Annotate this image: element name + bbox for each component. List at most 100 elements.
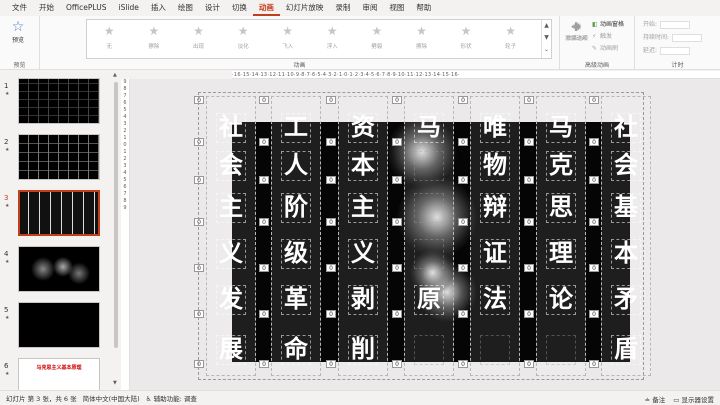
animation-label: 擦除	[148, 44, 160, 50]
ruler-tick: 7	[123, 191, 127, 197]
thumbnail-number: 1	[4, 82, 9, 90]
animation-option-0[interactable]: ★ 无	[87, 20, 132, 58]
thumbnail-image[interactable]	[18, 190, 100, 236]
duration-field[interactable]: 持续时间:	[643, 32, 703, 42]
ruler-tick: 1	[123, 135, 127, 141]
ruler-tick: 3	[123, 163, 127, 169]
animation-option-3[interactable]: ★ 淡化	[221, 20, 266, 58]
scroll-up-icon[interactable]: ▲	[113, 72, 117, 78]
menu-1[interactable]: 开始	[33, 0, 60, 16]
animation-option-6[interactable]: ★ 劈裂	[355, 20, 400, 58]
ruler-tick: 0	[123, 142, 127, 148]
animation-star-icon: ★	[193, 24, 204, 38]
menu-6[interactable]: 设计	[199, 0, 226, 16]
thumbnail-number: 3	[4, 194, 9, 202]
animation-marker-icon: ★	[5, 259, 10, 265]
menu-2[interactable]: OfficePLUS	[60, 0, 112, 16]
animation-label: 劈裂	[371, 44, 383, 50]
ruler-tick: 6	[123, 184, 127, 190]
ruler-tick: 4	[123, 114, 127, 120]
menu-12[interactable]: 视图	[383, 0, 410, 16]
menu-4[interactable]: 插入	[145, 0, 172, 16]
display-settings-button[interactable]: ▭ 显示器设置	[673, 394, 714, 404]
painter-icon: ✎	[592, 45, 598, 52]
menu-8[interactable]: 动画	[252, 0, 280, 16]
animation-star-icon: ★	[505, 24, 517, 38]
animation-pane-button[interactable]: ◧ 动画窗格	[592, 19, 624, 28]
ruler-tick: 4	[123, 170, 127, 176]
accessibility-icon: ♿	[145, 395, 152, 403]
delay-input[interactable]	[660, 46, 691, 55]
start-field[interactable]: 开始:	[643, 19, 691, 29]
advanced-group-label: 高级动画	[584, 62, 609, 69]
animation-option-2[interactable]: ★ 出现	[176, 20, 221, 58]
animation-option-7[interactable]: ★ 擦除	[399, 20, 444, 58]
thumbnail-scrollbar[interactable]: ▲ ▼	[112, 70, 120, 390]
animation-label: 无	[106, 44, 113, 50]
animation-label: 形状	[460, 44, 472, 50]
animation-star-icon: ★	[237, 24, 249, 38]
menu-7[interactable]: 切换	[226, 0, 253, 16]
thumbnail-image[interactable]	[18, 302, 100, 348]
status-bar: 幻灯片 第 3 张，共 6 张 简体中文(中国大陆) ♿ 辅助功能: 调查 ≐ …	[0, 390, 720, 405]
animation-marker-icon: ★	[5, 203, 10, 209]
advanced-animation-group: ✚ 添加动画 ◧ 动画窗格 ⚡ 触发 ✎ 动画刷 高级动画	[560, 16, 635, 70]
menu-13[interactable]: 帮助	[410, 0, 437, 16]
preview-button[interactable]: ☆ 预览	[4, 19, 32, 44]
animation-star-icon: ★	[416, 24, 427, 38]
ruler-tick: 8	[123, 198, 127, 204]
delay-field[interactable]: 延迟:	[643, 45, 691, 55]
animation-label: 浮入	[326, 44, 338, 50]
thumbnail-image[interactable]	[18, 78, 100, 124]
ruler-tick: 9	[123, 205, 127, 211]
animation-star-icon: ★	[282, 24, 294, 38]
animation-label: 出现	[192, 44, 204, 50]
accessibility-status[interactable]: ♿ 辅助功能: 调查	[146, 393, 197, 403]
thumbnail-image[interactable]	[18, 134, 100, 180]
language-status[interactable]: 简体中文(中国大陆)	[83, 393, 140, 403]
scroll-thumb[interactable]	[114, 82, 118, 348]
notes-button[interactable]: ≐ 备注	[645, 394, 666, 404]
trigger-icon: ⚡	[592, 33, 597, 40]
animation-label: 飞入	[282, 44, 294, 50]
selection-frame	[198, 92, 644, 380]
trigger-button[interactable]: ⚡ 触发	[592, 31, 612, 40]
status-right: ≐ 备注 ▭ 显示器设置	[645, 391, 714, 405]
animation-marker-icon: ★	[5, 315, 10, 321]
timing-group-label: 计时	[671, 62, 684, 69]
slide-thumbnail-pane: 1 ★ 2 ★ 3 ★ 4 ★ 5 ★ 6 ★ 马克思主义基本原理	[0, 70, 112, 404]
thumbnail-image[interactable]	[18, 246, 100, 292]
menu-3[interactable]: iSlide	[112, 0, 144, 16]
ruler-tick: 9	[123, 79, 127, 85]
gallery-scroll[interactable]: ▲ ▼ ⌄	[541, 20, 551, 58]
animation-label: 淡化	[237, 44, 249, 50]
animation-option-5[interactable]: ★ 浮入	[310, 20, 355, 58]
animation-option-4[interactable]: ★ 飞入	[265, 20, 310, 58]
animation-option-8[interactable]: ★ 形状	[444, 20, 489, 58]
menu-0[interactable]: 文件	[6, 0, 33, 16]
menu-10[interactable]: 录制	[329, 0, 356, 16]
menu-11[interactable]: 审阅	[356, 0, 383, 16]
duration-input[interactable]	[672, 33, 703, 42]
ruler-tick: 5	[123, 107, 127, 113]
ruler-tick: 8	[123, 86, 127, 92]
add-animation-icon: ✚	[570, 20, 582, 34]
animation-painter-button[interactable]: ✎ 动画刷	[592, 43, 618, 52]
ruler-tick: 2	[123, 128, 127, 134]
ruler-tick: 6	[123, 100, 127, 106]
vertical-ruler: 9876543210123456789	[121, 79, 130, 390]
start-select[interactable]	[660, 20, 691, 29]
animation-option-9[interactable]: ★ 轮子	[488, 20, 533, 58]
thumbnail-number: 4	[4, 250, 9, 258]
pane-icon: ◧	[592, 21, 598, 28]
animation-star-icon: ★	[103, 24, 115, 38]
animation-option-1[interactable]: ★ 擦除	[132, 20, 177, 58]
thumbnail-number: 5	[4, 306, 9, 314]
animation-group-label: 动画	[293, 62, 306, 69]
menu-5[interactable]: 绘图	[172, 0, 199, 16]
animation-label: 擦除	[415, 44, 427, 50]
scroll-down-icon[interactable]: ▼	[113, 380, 117, 386]
add-animation-button[interactable]: ✚ 添加动画	[563, 20, 589, 42]
thumbnail-number: 6	[4, 362, 9, 370]
menu-9[interactable]: 幻灯片放映	[280, 0, 330, 16]
